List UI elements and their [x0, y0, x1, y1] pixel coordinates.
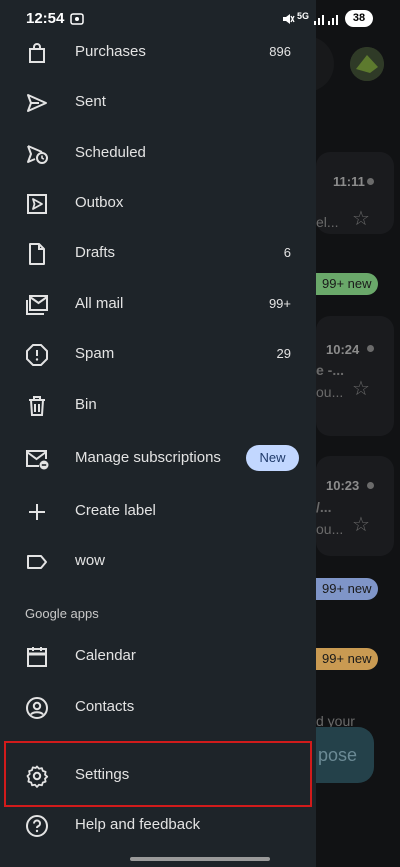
section-title-google-apps: Google apps — [25, 606, 99, 621]
drawer-item-drafts[interactable]: Drafts 6 — [0, 229, 316, 279]
email-time: 10:23 — [326, 478, 360, 493]
email-time: 11:11 — [333, 174, 365, 189]
unread-dot — [367, 345, 374, 352]
schedule-send-icon — [25, 142, 49, 166]
new-count-pill: 99+ new — [316, 273, 378, 295]
email-snippet: ou... — [316, 521, 344, 537]
draft-icon — [25, 242, 49, 266]
email-subject: e -... — [316, 362, 345, 378]
unread-dot — [367, 178, 374, 185]
drawer-item-label: Create label — [75, 502, 156, 519]
new-count-pill: 99+ new — [316, 648, 378, 670]
all-mail-icon — [25, 293, 49, 317]
email-subject: /... — [316, 499, 332, 515]
navigation-drawer: Purchases 896 Sent Scheduled Outbox Draf… — [0, 0, 316, 867]
drawer-item-contacts[interactable]: Contacts — [0, 683, 316, 733]
drawer-item-label: All mail — [75, 295, 124, 312]
drawer-item-label: Purchases — [75, 43, 146, 60]
drawer-item-calendar[interactable]: Calendar — [0, 632, 316, 682]
drawer-item-count: 6 — [283, 245, 291, 260]
signal-icon — [313, 12, 327, 26]
drawer-item-label: Spam — [75, 345, 115, 362]
avatar[interactable] — [350, 47, 384, 81]
gesture-bar[interactable] — [130, 857, 270, 861]
drawer-item-sent[interactable]: Sent — [0, 78, 316, 128]
email-time: 10:24 — [326, 342, 360, 357]
drawer-item-label: Manage subscriptions — [75, 449, 221, 466]
plus-icon — [25, 500, 49, 524]
unread-dot — [367, 482, 374, 489]
label-icon — [25, 550, 49, 574]
settings-highlight-box — [4, 741, 312, 807]
drawer-item-label: Contacts — [75, 698, 135, 715]
send-icon — [25, 91, 49, 115]
drawer-item-count: 896 — [269, 44, 291, 59]
drawer-item-spam[interactable]: Spam 29 — [0, 330, 316, 380]
mute-icon — [281, 12, 295, 26]
drawer-item-label: Drafts — [75, 244, 116, 261]
unsubscribe-icon — [25, 447, 49, 471]
email-snippet: ou... — [316, 384, 344, 400]
drawer-item-wow[interactable]: wow — [0, 537, 316, 587]
battery-indicator: 38 — [345, 10, 373, 27]
new-count-pill: 99+ new — [316, 578, 378, 600]
status-bar: 12:54 5G 38 — [0, 0, 400, 38]
drawer-item-help-and-feedback[interactable]: Help and feedback — [0, 801, 316, 851]
status-time: 12:54 — [26, 10, 65, 27]
drawer-item-label: Scheduled — [75, 144, 146, 161]
drawer-item-label: Sent — [75, 93, 106, 110]
drawer-item-count: 29 — [276, 346, 291, 361]
signal-icon-2 — [327, 12, 341, 26]
drawer-item-manage-subscriptions[interactable]: Manage subscriptions New — [0, 434, 316, 484]
outbox-icon — [25, 192, 49, 216]
star-icon[interactable]: ☆ — [352, 376, 370, 401]
spam-icon — [25, 343, 49, 367]
contacts-icon — [25, 696, 49, 720]
new-badge: New — [246, 445, 299, 471]
volte-icon: 5G — [297, 11, 310, 21]
screen-record-icon — [70, 12, 84, 26]
drawer-item-count: 99+ — [268, 296, 291, 311]
drawer-item-label: Help and feedback — [75, 816, 201, 833]
drawer-item-outbox[interactable]: Outbox — [0, 179, 316, 229]
drawer-item-label: Calendar — [75, 647, 136, 664]
drawer-item-label: Outbox — [75, 194, 124, 211]
drawer-item-all-mail[interactable]: All mail 99+ — [0, 280, 316, 330]
star-icon[interactable]: ☆ — [352, 512, 370, 537]
trash-icon — [25, 394, 49, 418]
star-icon[interactable]: ☆ — [352, 206, 370, 231]
email-snippet: el... — [316, 214, 339, 230]
drawer-item-bin[interactable]: Bin — [0, 381, 316, 431]
drawer-item-scheduled[interactable]: Scheduled — [0, 129, 316, 179]
drawer-item-create-label[interactable]: Create label — [0, 487, 316, 537]
drawer-item-label: Bin — [75, 396, 97, 413]
shopping-bag-icon — [25, 41, 49, 65]
calendar-icon — [25, 645, 49, 669]
help-icon — [25, 814, 49, 838]
drawer-item-label: wow — [75, 552, 106, 569]
